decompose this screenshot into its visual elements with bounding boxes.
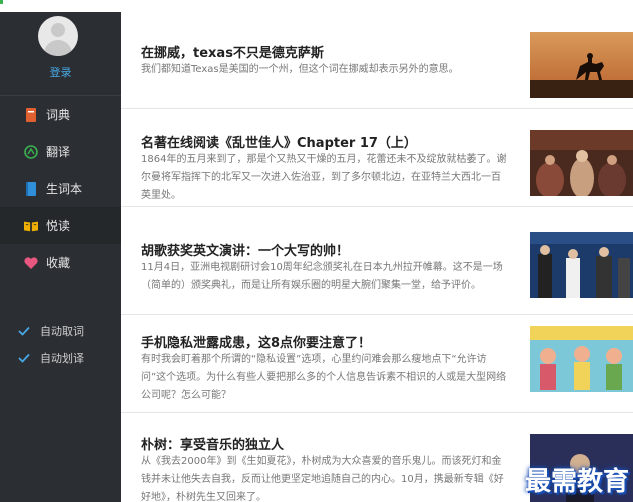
avatar-body <box>44 40 72 56</box>
options-list: 自动取词 自动划译 <box>0 317 121 371</box>
sidebar-item-dictionary[interactable]: 词典 <box>0 96 121 133</box>
sidebar-item-wordbook[interactable]: 生词本 <box>0 170 121 207</box>
article-summary: 1864年的五月来到了，那是个又热又干燥的五月，花蕾还未不及绽放就枯萎了。谢尔曼… <box>141 154 507 201</box>
avatar-head <box>51 23 65 37</box>
auto-translate-checkbox[interactable]: 自动划译 <box>0 344 121 371</box>
sidebar-item-label: 生词本 <box>46 182 83 196</box>
article-list: 在挪威，texas不只是德克萨斯 我们都知道Texas是美国的一个州，但这个词在… <box>121 12 633 502</box>
heart-icon <box>24 256 38 270</box>
option-label: 自动取词 <box>40 324 84 338</box>
article-summary: 有时我会盯着那个所谓的“隐私设置”选项，心里约问难会那么瘦地点下“允许访问”这个… <box>141 354 507 401</box>
check-icon <box>18 325 30 337</box>
sidebar-item-label: 词典 <box>46 108 71 122</box>
article-item[interactable]: 名著在线阅读《乱世佳人》Chapter 17（上） 1864年的五月来到了，那是… <box>121 110 633 207</box>
article-thumbnail-cowboy[interactable] <box>530 32 633 98</box>
article-thumbnail-award[interactable] <box>530 232 633 298</box>
article-summary: 从《我去2000年》到《生如夏花》，朴树成为大众喜爱的音乐鬼儿。而该死灯和金钱并… <box>141 456 504 502</box>
login-link[interactable]: 登录 <box>0 64 121 80</box>
article-item[interactable]: 胡歌获奖英文演讲：一个大写的帅！ 11月4日，亚洲电视剧研讨会10周年纪念颁奖礼… <box>121 218 633 315</box>
auto-capture-checkbox[interactable]: 自动取词 <box>0 317 121 344</box>
top-accent <box>0 0 3 4</box>
article-title[interactable]: 手机隐私泄露成患，这8点你要注意了！ <box>141 332 371 351</box>
sidebar-nav: 词典 翻译 生词本 悦读 收藏 <box>0 96 121 281</box>
avatar[interactable] <box>38 16 78 56</box>
sidebar-item-translate[interactable]: 翻译 <box>0 133 121 170</box>
wordbook-icon <box>24 181 38 196</box>
article-thumbnail-cartoon[interactable] <box>530 326 633 392</box>
article-item[interactable]: 手机隐私泄露成患，这8点你要注意了！ 有时我会盯着那个所谓的“隐私设置”选项，心… <box>121 316 633 413</box>
option-label: 自动划译 <box>40 351 84 365</box>
watermark: 最需教育 <box>524 467 629 497</box>
article-summary: 我们都知道Texas是美国的一个州，但这个词在挪威却表示另外的意思。 <box>141 64 459 75</box>
article-title[interactable]: 胡歌获奖英文演讲：一个大写的帅！ <box>141 240 349 259</box>
article-title[interactable]: 在挪威，texas不只是德克萨斯 <box>141 42 324 61</box>
sidebar-item-label: 翻译 <box>46 145 71 159</box>
sidebar-item-favorites[interactable]: 收藏 <box>0 244 121 281</box>
dictionary-book-icon <box>24 107 38 122</box>
article-title[interactable]: 名著在线阅读《乱世佳人》Chapter 17（上） <box>141 132 417 151</box>
article-thumbnail-film-scene[interactable] <box>530 130 633 196</box>
article-item[interactable]: 在挪威，texas不只是德克萨斯 我们都知道Texas是美国的一个州，但这个词在… <box>121 12 633 109</box>
sidebar-item-label: 收藏 <box>46 256 71 270</box>
check-icon <box>18 352 30 364</box>
translate-icon <box>24 144 38 159</box>
reading-open-book-icon <box>24 219 38 233</box>
article-title[interactable]: 朴树：享受音乐的独立人 <box>141 434 284 453</box>
sidebar-item-reading[interactable]: 悦读 <box>0 207 121 244</box>
article-summary: 11月4日，亚洲电视剧研讨会10周年纪念颁奖礼在日本九州拉开帷幕。这不是一场（简… <box>141 262 503 291</box>
sidebar-item-label: 悦读 <box>46 219 71 233</box>
sidebar: 登录 词典 翻译 生词本 悦读 收藏 自动取词 自动划译 <box>0 12 121 502</box>
